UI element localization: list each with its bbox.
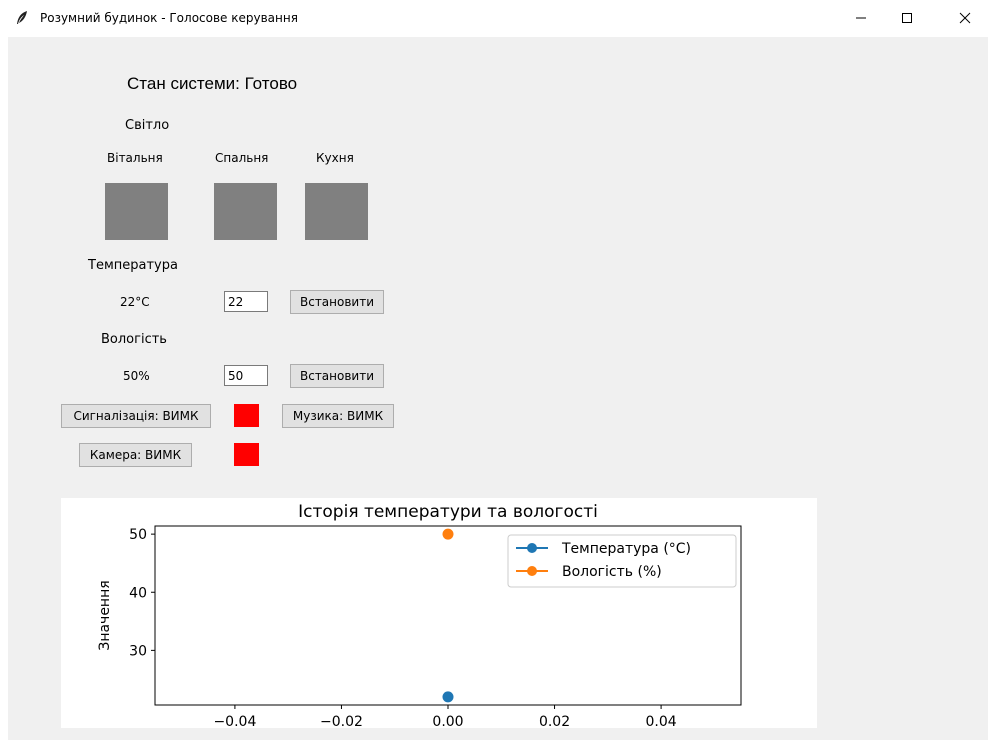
minimize-icon <box>855 12 867 24</box>
maximize-button[interactable] <box>884 0 930 36</box>
y-axis-label: Значення <box>97 580 113 650</box>
y-tick-label: 30 <box>129 643 147 659</box>
history-chart: Історія температури та вологості −0.04 −0.… <box>61 498 817 730</box>
window-title: Розумний будинок - Голосове керування <box>40 11 298 25</box>
legend-label-1: Вологість (%) <box>562 564 662 580</box>
temperature-input[interactable] <box>224 291 268 312</box>
y-tick-label: 40 <box>129 585 147 601</box>
system-status: Стан системи: Готово <box>127 74 298 93</box>
set-humidity-button[interactable]: Встановити <box>290 364 384 388</box>
minimize-button[interactable] <box>838 0 884 36</box>
alarm-indicator <box>234 404 259 427</box>
legend-marker-0 <box>527 543 537 553</box>
legend-label-0: Температура (°C) <box>561 541 691 557</box>
x-tick-label: −0.02 <box>320 714 363 728</box>
alarm-toggle-button[interactable]: Сигналізація: ВИМК <box>61 404 211 428</box>
music-toggle-button[interactable]: Музика: ВИМК <box>282 404 394 428</box>
room-label-kitchen: Кухня <box>316 151 354 165</box>
light-indicator-living <box>105 183 168 240</box>
light-indicator-kitchen <box>305 183 368 240</box>
chart-title: Історія температури та вологості <box>298 502 598 522</box>
series-1-point <box>442 528 454 540</box>
temperature-current: 22°C <box>120 295 150 309</box>
x-tick-label: 0.02 <box>539 714 570 728</box>
humidity-input[interactable] <box>224 365 268 386</box>
camera-toggle-button[interactable]: Камера: ВИМК <box>79 443 192 467</box>
x-tick-label: −0.04 <box>213 714 256 728</box>
set-temperature-button[interactable]: Встановити <box>290 290 384 314</box>
room-label-living: Вітальня <box>107 151 163 165</box>
x-tick-label: 0.00 <box>432 714 463 728</box>
x-tick-label: 0.04 <box>646 714 677 728</box>
maximize-icon <box>901 12 913 24</box>
feather-icon <box>14 10 30 26</box>
light-indicator-bedroom <box>214 183 277 240</box>
close-button[interactable] <box>942 0 988 36</box>
humidity-current: 50% <box>123 369 150 383</box>
humidity-heading: Вологість <box>101 332 167 347</box>
title-bar: Розумний будинок - Голосове керування <box>0 0 988 36</box>
y-tick-label: 50 <box>129 527 147 543</box>
legend-marker-1 <box>527 566 537 576</box>
lights-heading: Світло <box>125 118 170 133</box>
history-chart-svg: Історія температури та вологості −0.04 −0.… <box>97 502 742 730</box>
temperature-heading: Температура <box>88 258 178 273</box>
room-label-bedroom: Спальня <box>215 151 269 165</box>
close-icon <box>959 12 971 24</box>
camera-indicator <box>234 443 259 466</box>
series-0-point <box>442 691 454 703</box>
